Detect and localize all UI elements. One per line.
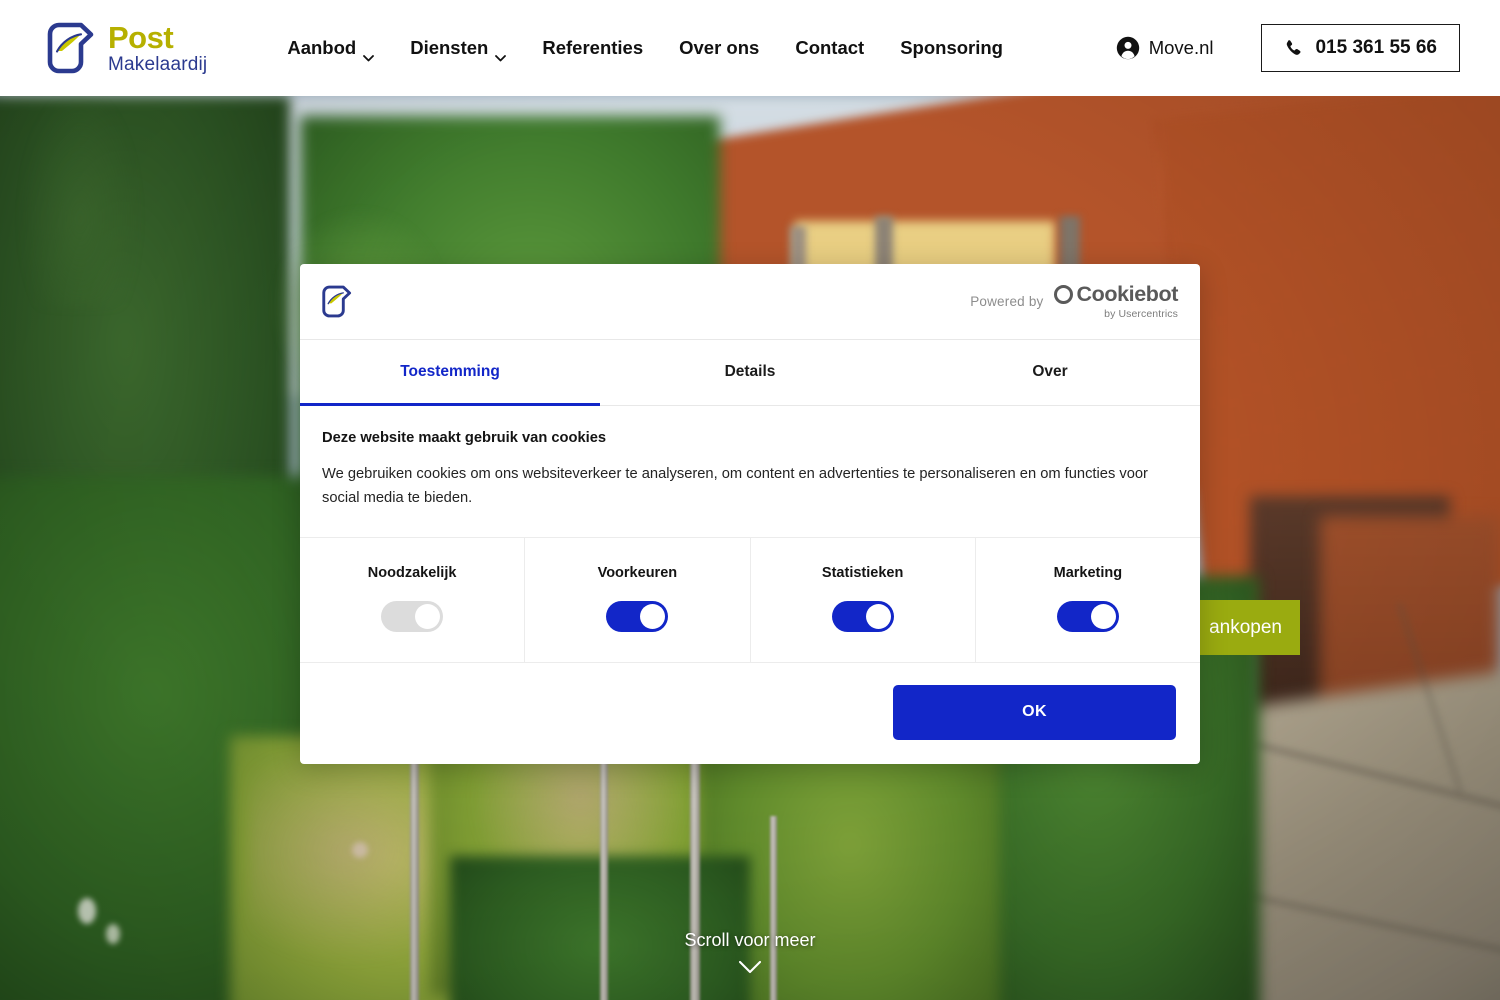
site-header: Post Makelaardij Aanbod Diensten Referen… bbox=[0, 0, 1500, 96]
accept-cookies-button[interactable]: OK bbox=[893, 684, 1176, 740]
nav-item-referenties[interactable]: Referenties bbox=[542, 37, 643, 59]
phone-icon bbox=[1284, 39, 1303, 58]
tab-label: Over bbox=[1032, 363, 1068, 380]
user-avatar-icon bbox=[1116, 36, 1140, 60]
tab-label: Toestemming bbox=[400, 363, 500, 380]
nav-item-diensten[interactable]: Diensten bbox=[410, 37, 507, 61]
nav-item-over-ons[interactable]: Over ons bbox=[679, 37, 759, 59]
cookie-category-noodzakelijk: Noodzakelijk bbox=[300, 537, 526, 662]
tab-over[interactable]: Over bbox=[900, 340, 1200, 406]
phone-number-label: 015 361 55 66 bbox=[1315, 37, 1437, 58]
chevron-down-icon bbox=[738, 960, 762, 979]
nav-label: Referenties bbox=[542, 37, 644, 58]
cookiebot-branding[interactable]: Powered by Cookiebot by Usercentrics bbox=[970, 282, 1178, 320]
powered-by-label: Powered by bbox=[970, 294, 1044, 309]
scroll-hint[interactable]: Scroll voor meer bbox=[0, 930, 1500, 979]
cookie-dialog-body: Deze website maakt gebruik van cookies W… bbox=[300, 406, 1200, 538]
cookie-category-statistieken: Statistieken bbox=[751, 537, 976, 662]
cookie-dialog-footer: OK bbox=[300, 663, 1200, 764]
hero-cta-label: ankopen bbox=[1209, 616, 1282, 638]
cookiebot-logo: Cookiebot by Usercentrics bbox=[1054, 282, 1178, 320]
cookie-dialog-tabs: Toestemming Details Over bbox=[300, 340, 1200, 406]
tab-toestemming[interactable]: Toestemming bbox=[300, 340, 600, 406]
nav-label: Diensten bbox=[410, 37, 489, 58]
toggle-knob bbox=[415, 603, 441, 629]
toggle-knob bbox=[1090, 603, 1116, 629]
phone-button[interactable]: 015 361 55 66 bbox=[1261, 24, 1460, 72]
logo-primary-text: Post bbox=[108, 20, 174, 55]
nav-item-aanbod[interactable]: Aanbod bbox=[287, 37, 375, 61]
toggle-statistieken[interactable] bbox=[831, 600, 894, 632]
cookie-category-marketing: Marketing bbox=[976, 538, 1200, 662]
cookiebot-brand-label: Cookiebot bbox=[1076, 282, 1178, 306]
toggle-voorkeuren[interactable] bbox=[606, 600, 669, 632]
toggle-marketing[interactable] bbox=[1056, 600, 1119, 632]
cookiebot-byline: by Usercentrics bbox=[1104, 307, 1178, 320]
header-actions: Move.nl 015 361 55 66 bbox=[1116, 24, 1460, 72]
tab-details[interactable]: Details bbox=[600, 340, 900, 406]
toggle-knob bbox=[865, 603, 891, 629]
logo-secondary-text: Makelaardij bbox=[108, 54, 208, 75]
toggle-noodzakelijk bbox=[381, 600, 444, 632]
nav-label: Sponsoring bbox=[900, 37, 1003, 58]
nav-label: Over ons bbox=[679, 37, 760, 58]
nav-label: Contact bbox=[795, 37, 865, 58]
main-navigation: Aanbod Diensten Referenties Over ons Con… bbox=[287, 37, 1003, 61]
cookie-category-voorkeuren: Voorkeuren bbox=[525, 537, 751, 662]
cookie-dialog-heading: Deze website maakt gebruik van cookies bbox=[322, 430, 607, 446]
chevron-down-icon bbox=[495, 45, 507, 61]
tab-label: Details bbox=[724, 363, 776, 380]
page-root: ankopen Scroll voor meer Post Makelaardi… bbox=[0, 0, 1500, 1000]
cookie-category-list: Noodzakelijk Voorkeuren Statistieken Mar… bbox=[300, 537, 1200, 663]
toggle-knob bbox=[640, 603, 666, 629]
nav-item-sponsoring[interactable]: Sponsoring bbox=[900, 37, 1003, 59]
move-nl-label: Move.nl bbox=[1148, 37, 1214, 58]
scroll-hint-label: Scroll voor meer bbox=[684, 930, 816, 950]
category-label: Noodzakelijk bbox=[367, 564, 457, 581]
category-label: Statistieken bbox=[821, 564, 904, 581]
cookiebot-o-icon bbox=[1054, 285, 1074, 305]
nav-item-contact[interactable]: Contact bbox=[795, 37, 864, 59]
chevron-down-icon bbox=[363, 45, 375, 61]
site-logo[interactable]: Post Makelaardij bbox=[44, 22, 207, 74]
nav-label: Aanbod bbox=[287, 37, 357, 58]
cookie-dialog-header: Powered by Cookiebot by Usercentrics bbox=[300, 264, 1200, 340]
post-makelaardij-logo-icon bbox=[320, 285, 354, 318]
logo-wordmark: Post Makelaardij bbox=[108, 22, 207, 74]
cookie-dialog-description: We gebruiken cookies om ons websiteverke… bbox=[322, 466, 1148, 506]
category-label: Marketing bbox=[1053, 564, 1123, 581]
post-makelaardij-logo-icon bbox=[44, 22, 98, 74]
category-label: Voorkeuren bbox=[597, 564, 678, 581]
cookie-consent-dialog: Powered by Cookiebot by Usercentrics Toe… bbox=[300, 264, 1200, 764]
move-nl-account-link[interactable]: Move.nl bbox=[1116, 36, 1214, 60]
